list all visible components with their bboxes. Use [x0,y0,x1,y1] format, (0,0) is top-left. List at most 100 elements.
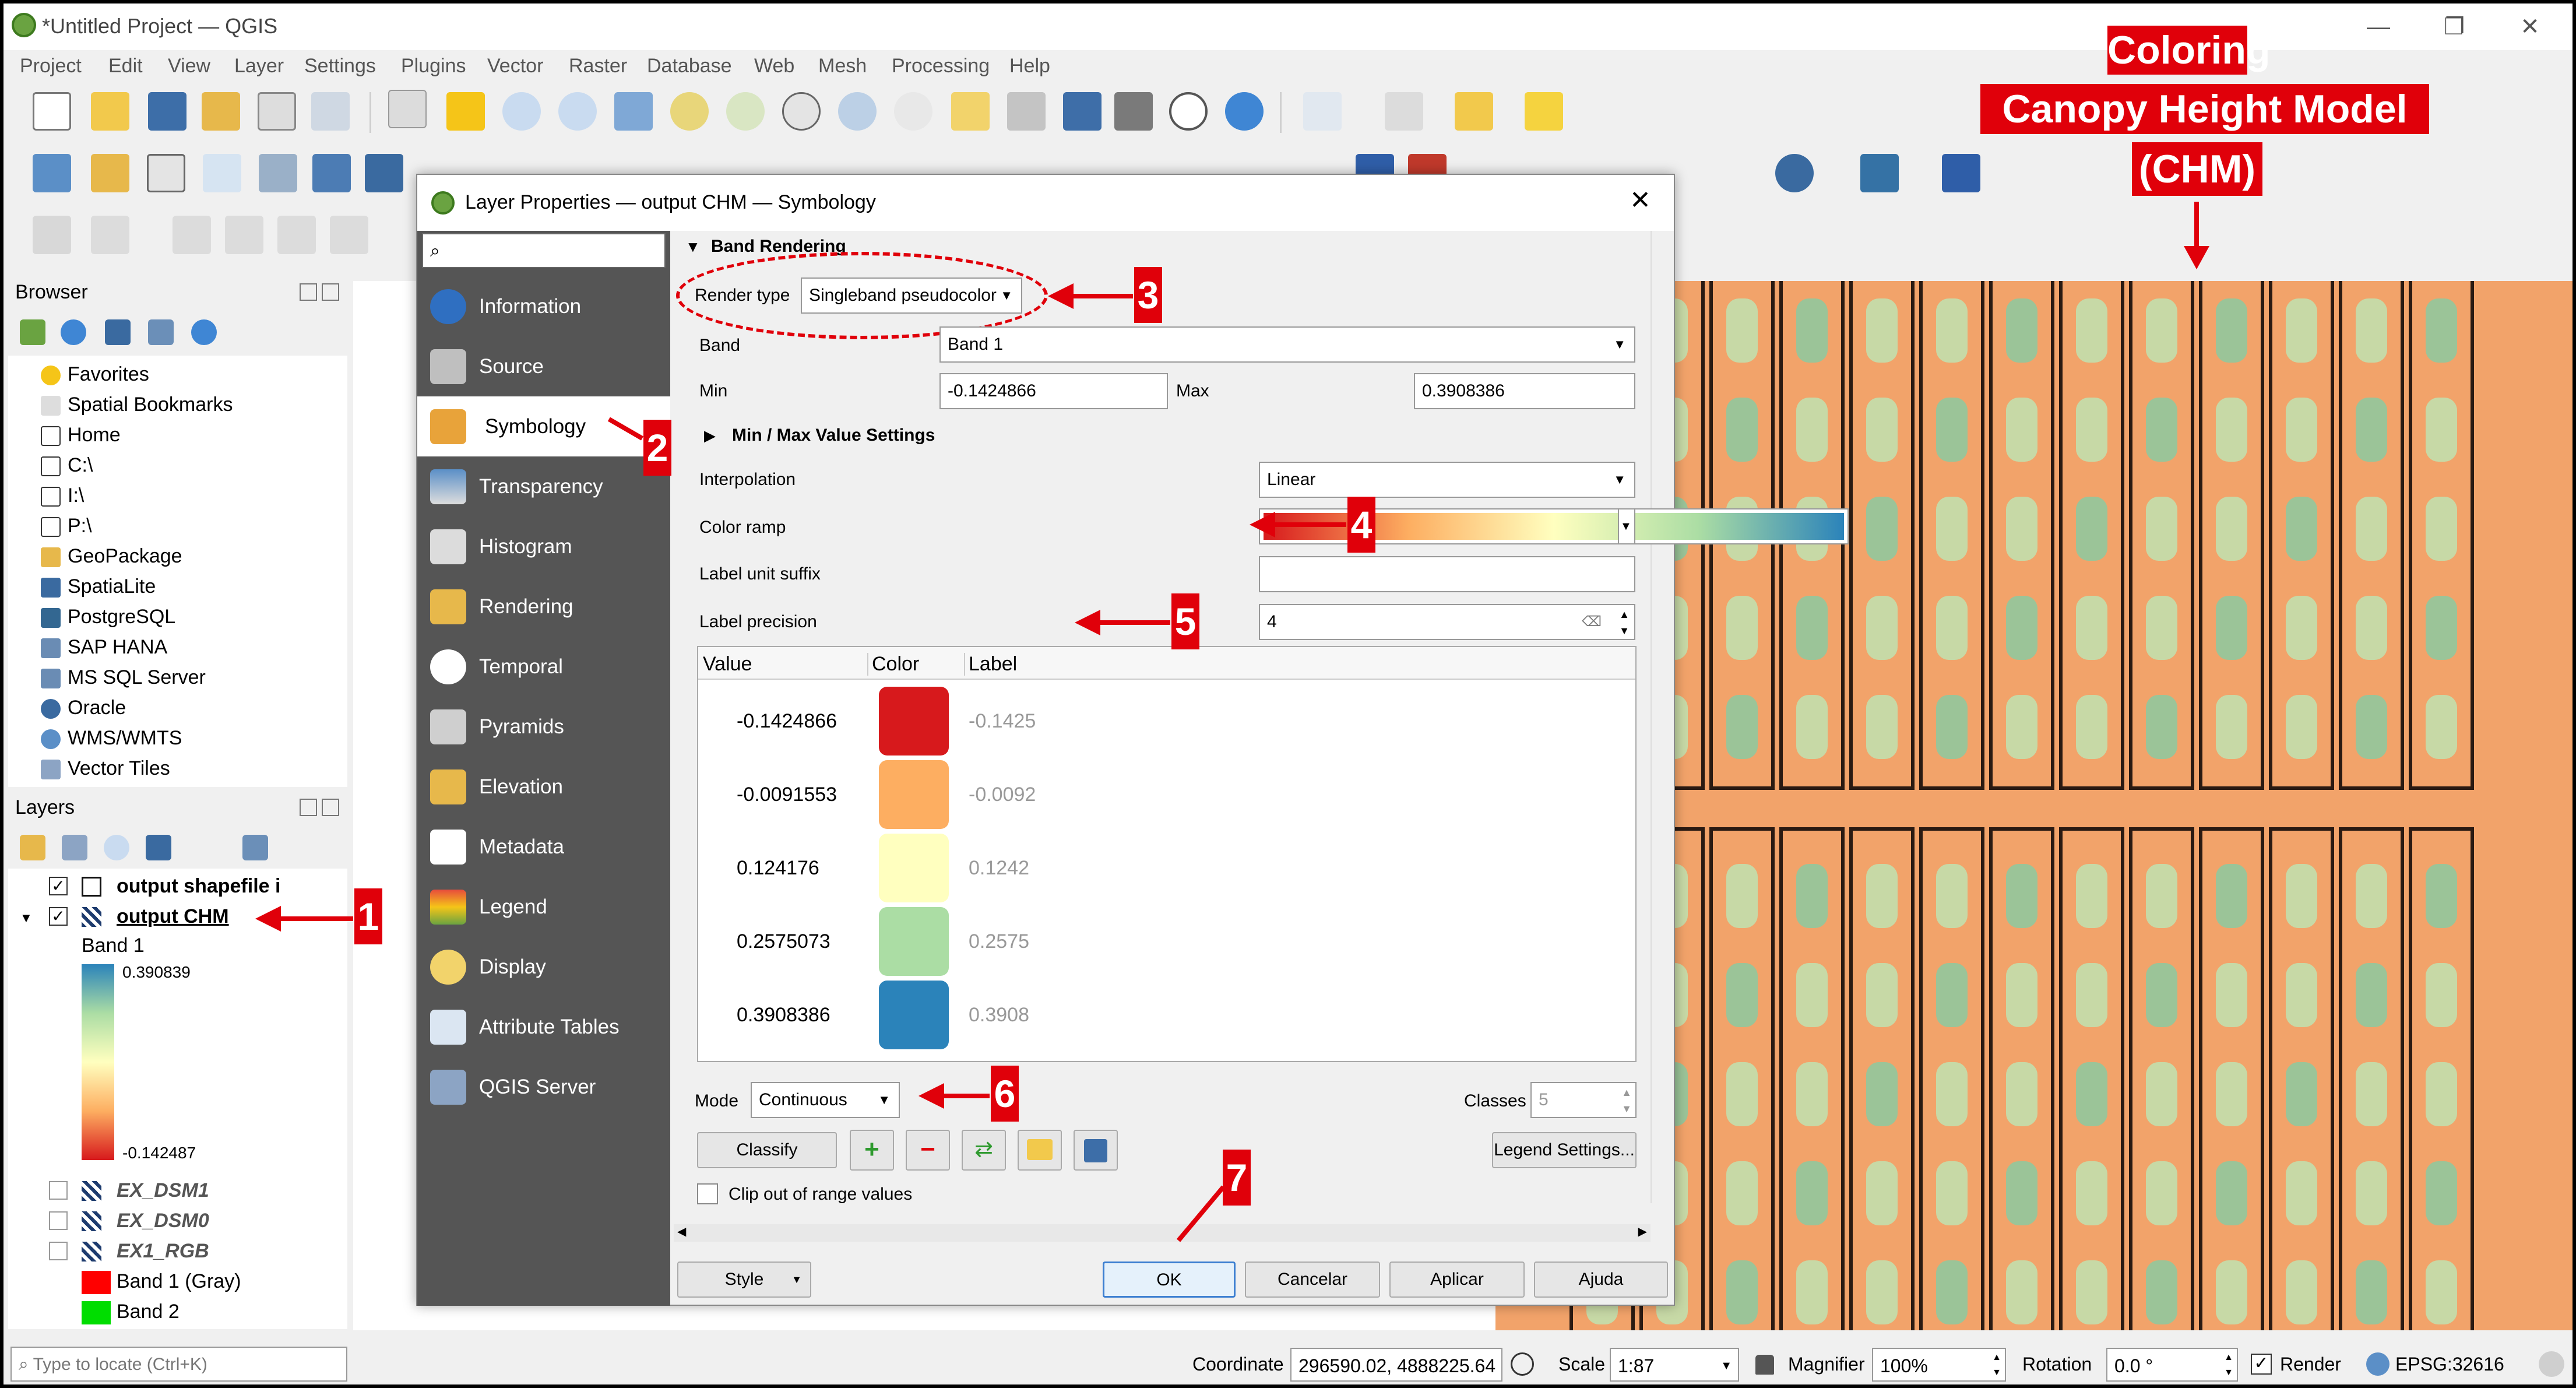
network-icon[interactable] [1775,154,1814,192]
collapse-all-icon[interactable] [148,319,174,345]
annotation-text-icon[interactable] [173,216,211,254]
checkbox-rgb[interactable] [49,1242,68,1260]
checkbox-dsm1[interactable] [49,1181,68,1200]
crs-globe-icon[interactable] [2366,1352,2390,1376]
new-3d-view-icon[interactable] [1007,92,1046,131]
style-layer-icon[interactable] [20,835,45,860]
section-collapse-icon[interactable]: ▼ [685,238,701,256]
browser-item-sap-hana[interactable]: SAP HANA [41,632,167,662]
annotation-icon[interactable] [91,216,129,254]
browser-item-postgresql[interactable]: PostgreSQL [41,602,175,632]
virtual-layer-icon[interactable] [259,154,297,192]
table-row[interactable]: -0.1424866 -0.1425 [698,687,1635,758]
spin-arrows-icon[interactable]: ▲ ▼ [1619,606,1630,639]
max-input[interactable]: 0.3908386 [1414,373,1635,409]
class-value[interactable]: -0.1424866 [737,710,837,733]
menu-mesh[interactable]: Mesh [818,50,867,82]
raster-icon[interactable] [312,154,351,192]
menu-plugins[interactable]: Plugins [401,50,466,82]
add-class-button[interactable]: + [850,1130,894,1171]
add-selected-layers-icon[interactable] [20,319,45,345]
browser-item-favorites[interactable]: Favorites [41,359,149,389]
class-value[interactable]: -0.0091553 [737,783,837,806]
zoom-out-icon[interactable] [558,92,597,131]
browser-item-bookmarks[interactable]: Spatial Bookmarks [41,389,233,420]
help-button[interactable]: Ajuda [1534,1262,1668,1298]
layer-shapefile[interactable]: output shapefile i [117,871,280,901]
class-color-swatch[interactable] [879,981,949,1049]
zoom-in-icon[interactable] [502,92,541,131]
load-colors-button[interactable] [1018,1130,1062,1171]
classify-button[interactable]: Classify [697,1132,837,1168]
save-as-icon[interactable] [202,92,240,131]
min-input[interactable]: -0.1424866 [939,373,1168,409]
export-colors-button[interactable] [1074,1130,1118,1171]
deselect-icon[interactable] [1455,92,1493,131]
minmax-expand-icon[interactable]: ▶ [704,427,716,445]
class-label[interactable]: 0.1242 [969,857,1029,880]
class-color-swatch[interactable] [879,687,949,756]
panel-close-icon[interactable] [322,283,339,301]
class-color-swatch[interactable] [879,760,949,829]
class-label[interactable]: -0.1425 [969,710,1036,733]
minimize-icon[interactable]: — [2352,9,2405,44]
legend-settings-button[interactable]: Legend Settings... [1492,1132,1637,1168]
browser-item-geopackage[interactable]: GeoPackage [41,541,182,571]
refresh-browser-icon[interactable] [61,319,86,345]
scale-select[interactable]: 1:87 ▼ [1610,1348,1739,1382]
menu-edit[interactable]: Edit [108,50,143,82]
interpolation-select[interactable]: Linear ▼ [1259,462,1635,498]
add-group-icon[interactable] [62,835,87,860]
new-geopackage-icon[interactable] [91,154,129,192]
open-project-icon[interactable] [91,92,129,131]
browser-item-vector-tiles[interactable]: Vector Tiles [41,753,170,783]
panel-float-icon[interactable] [300,283,317,301]
classes-spinbox[interactable]: 5 ▲ ▼ [1530,1082,1637,1118]
browser-item-mssql[interactable]: MS SQL Server [41,662,206,693]
filter-browser-icon[interactable] [105,319,131,345]
zoom-to-layer-icon[interactable] [726,92,765,131]
new-map-view-icon[interactable] [951,92,990,131]
sidebar-item-transparency[interactable]: Transparency [417,456,670,516]
print-layout-icon[interactable] [258,92,296,131]
table-row[interactable]: 0.3908386 0.3908 [698,981,1635,1052]
clear-icon[interactable]: ⌫ [1582,605,1602,639]
annotation-svg-icon[interactable] [277,216,316,254]
digitize-icon[interactable] [203,154,241,192]
minmax-settings-header[interactable]: Min / Max Value Settings [732,426,935,445]
browser-item-home[interactable]: Home [41,420,121,450]
browser-item-wms[interactable]: WMS/WMTS [41,723,182,753]
label-precision-spinbox[interactable]: 4 ⌫ ▲ ▼ [1259,604,1635,640]
menu-help[interactable]: Help [1009,50,1050,82]
sidebar-item-rendering[interactable]: Rendering [417,577,670,637]
vector-tile-icon[interactable] [365,154,403,192]
layout-manager-icon[interactable] [311,92,350,131]
expand-chm-icon[interactable]: ▼ [20,911,33,926]
scroll-right-icon[interactable]: ▶ [1638,1224,1647,1239]
sidebar-item-elevation[interactable]: Elevation [417,757,670,817]
band-select[interactable]: Band 1 ▼ [939,326,1635,363]
clip-checkbox[interactable] [697,1183,718,1204]
sidebar-item-pyramids[interactable]: Pyramids [417,697,670,757]
menu-web[interactable]: Web [754,50,794,82]
identify-features-icon[interactable] [1303,92,1342,131]
zoom-full-icon[interactable] [614,92,653,131]
properties-icon[interactable] [191,319,217,345]
menu-processing[interactable]: Processing [892,50,990,82]
cancel-button[interactable]: Cancelar [1245,1262,1380,1298]
zoom-to-selection-icon[interactable] [670,92,709,131]
table-row[interactable]: -0.0091553 -0.0092 [698,760,1635,831]
table-row[interactable]: 0.2575073 0.2575 [698,907,1635,978]
menu-settings[interactable]: Settings [304,50,376,82]
ok-button[interactable]: OK [1103,1262,1236,1298]
coordinate-input[interactable]: 296590.02, 4888225.64 [1290,1348,1502,1382]
show-bookmarks-icon[interactable] [1114,92,1153,131]
select-location-icon[interactable] [1525,92,1563,131]
class-label[interactable]: 0.2575 [969,930,1029,953]
checkbox-chm[interactable]: ✓ [49,907,68,926]
expand-all-icon[interactable] [242,835,268,860]
new-shapefile-icon[interactable] [147,154,185,192]
sidebar-item-information[interactable]: Information [417,276,670,336]
style-button[interactable]: Style ▼ [677,1262,811,1298]
zoom-next-icon[interactable] [894,92,932,131]
